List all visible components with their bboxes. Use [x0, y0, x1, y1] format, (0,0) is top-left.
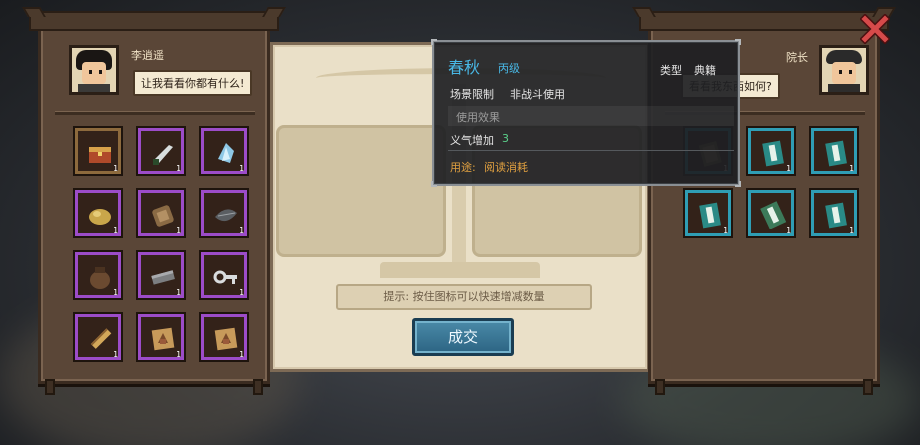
bamboo-scroll-icon [90, 328, 112, 349]
merchant-name: 院长 [786, 51, 808, 64]
ore-lump-icon [89, 209, 111, 225]
panel-post [863, 379, 873, 395]
tooltip-divider [448, 150, 734, 151]
trade-hint: 提示: 按住图标可以快速增减数量 [336, 284, 592, 310]
item-quantity: 1 [113, 288, 118, 297]
merchant-item-slot[interactable]: 1 [746, 126, 796, 176]
item-quantity: 1 [786, 164, 791, 173]
item-quantity: 1 [849, 164, 854, 173]
player-name: 李逍遥 [131, 49, 164, 62]
player-item-slot[interactable]: 1 [199, 188, 249, 238]
item-quantity: 1 [113, 226, 118, 235]
scroll-case-icon [152, 205, 174, 227]
book-teal-icon [699, 202, 721, 229]
item-quantity: 1 [849, 226, 854, 235]
tooltip-type-label: 类型 [660, 64, 682, 77]
book-green-icon [760, 201, 787, 229]
tooltip-scene-value: 非战斗使用 [510, 88, 565, 101]
merchant-avatar [819, 45, 869, 95]
dagger-icon [153, 145, 173, 165]
player-item-slot[interactable]: 1 [73, 126, 123, 176]
book-teal-icon [762, 140, 784, 167]
treasure-chest-icon [89, 147, 111, 163]
player-item-slot[interactable]: 1 [136, 312, 186, 362]
tooltip-item-grade: 丙级 [498, 62, 520, 75]
merchant-item-slot[interactable]: 1 [809, 126, 859, 176]
merchant-item-slot[interactable]: 1 [683, 188, 733, 238]
player-item-slot[interactable]: 1 [199, 312, 249, 362]
panel-post [253, 379, 263, 395]
player-item-slot[interactable]: 1 [199, 250, 249, 300]
tooltip-effect-header: 使用效果 [456, 111, 500, 124]
player-item-slot[interactable]: 1 [199, 126, 249, 176]
scale-base [380, 262, 540, 278]
clay-jar-icon [90, 267, 110, 289]
map-scroll-icon [151, 327, 175, 351]
item-tooltip: 春秋 丙级 类型 典籍 场景限制 非战斗使用 使用效果 义气增加 3 用途: 阅… [431, 39, 741, 187]
item-quantity: 1 [176, 350, 181, 359]
tooltip-type-value: 典籍 [694, 64, 716, 77]
item-quantity: 1 [176, 164, 181, 173]
tooltip-usage-label: 用途: [450, 161, 476, 174]
item-quantity: 1 [239, 226, 244, 235]
merchant-item-slot[interactable]: 1 [746, 188, 796, 238]
item-quantity: 1 [176, 226, 181, 235]
player-item-slot[interactable]: 1 [136, 250, 186, 300]
tooltip-effect-value: 3 [502, 132, 509, 145]
panel-post [45, 379, 55, 395]
panel-divider [55, 111, 255, 115]
item-quantity: 1 [239, 350, 244, 359]
iron-bar-icon [151, 270, 175, 285]
key-icon [213, 270, 237, 284]
book-teal-icon [825, 202, 847, 229]
tooltip-scene-label: 场景限制 [450, 88, 494, 101]
item-quantity: 1 [239, 164, 244, 173]
item-quantity: 1 [723, 226, 728, 235]
item-quantity: 1 [113, 164, 118, 173]
panel-roof [29, 11, 279, 31]
tooltip-item-title: 春秋 [448, 58, 481, 77]
item-quantity: 1 [176, 288, 181, 297]
merchant-item-slot[interactable]: 1 [809, 188, 859, 238]
player-avatar [69, 45, 119, 95]
leaf-blade-icon [215, 209, 237, 222]
map-scroll-icon [214, 327, 238, 351]
item-quantity: 1 [786, 226, 791, 235]
book-teal-icon [825, 140, 847, 167]
panel-post [655, 379, 665, 395]
crystal-icon [218, 143, 234, 163]
close-icon[interactable] [859, 13, 891, 45]
player-item-slot[interactable]: 1 [73, 312, 123, 362]
item-quantity: 1 [113, 350, 118, 359]
player-offer-pan[interactable] [276, 125, 446, 257]
player-item-slot[interactable]: 1 [73, 250, 123, 300]
player-item-slot[interactable]: 1 [73, 188, 123, 238]
player-item-slot[interactable]: 1 [136, 188, 186, 238]
deal-button[interactable]: 成交 [412, 318, 514, 356]
tooltip-usage-value: 阅读消耗 [484, 161, 528, 174]
tooltip-effect-label: 义气增加 [450, 134, 494, 147]
panel-roof [639, 11, 889, 31]
player-item-grid: 1 1 1 1 1 1 1 1 1 1 1 1 [73, 126, 249, 362]
player-speech-bubble: 让我看看你都有什么! [133, 70, 253, 96]
player-inventory-panel: 李逍遥 让我看看你都有什么! 1 1 1 1 1 1 1 1 1 1 1 1 [29, 11, 279, 395]
player-item-slot[interactable]: 1 [136, 126, 186, 176]
item-quantity: 1 [239, 288, 244, 297]
